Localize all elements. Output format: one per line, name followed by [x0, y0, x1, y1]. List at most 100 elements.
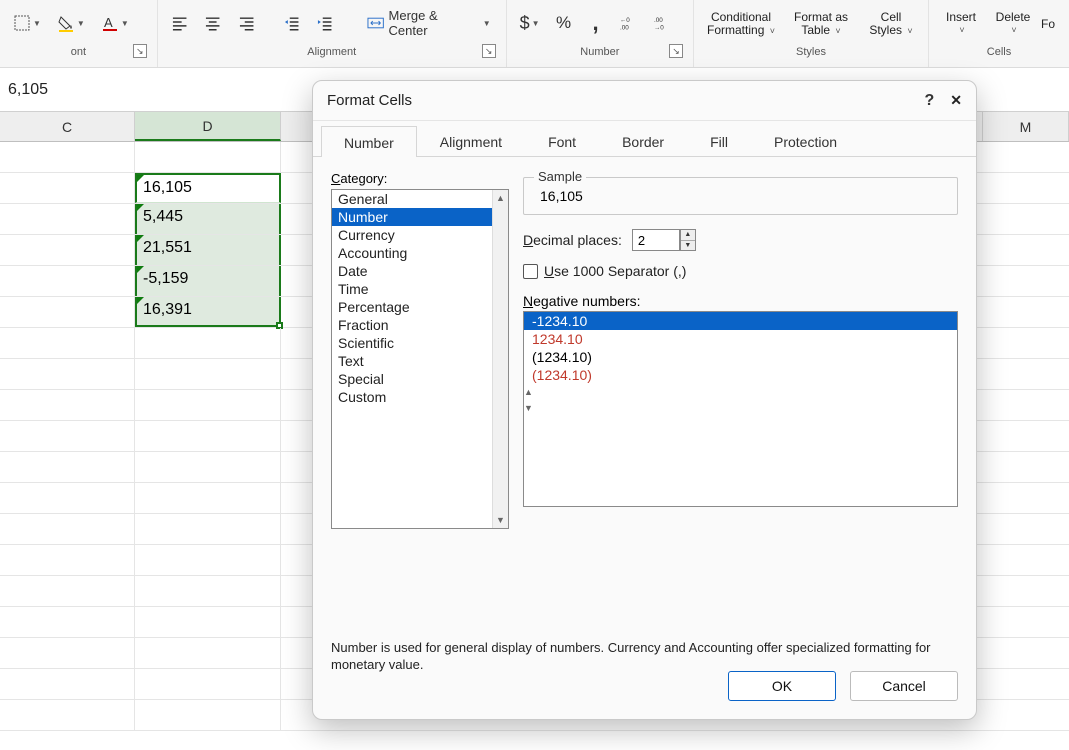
negative-option-item[interactable]: 1234.10	[524, 330, 957, 348]
category-item[interactable]: Number	[332, 208, 508, 226]
cells-group-label: Cells	[987, 46, 1011, 58]
formula-bar-value: 6,105	[8, 81, 48, 99]
category-item[interactable]: Percentage	[332, 298, 508, 316]
category-description: Number is used for general display of nu…	[331, 639, 958, 673]
svg-text:.00: .00	[620, 24, 629, 31]
cell-d-last[interactable]: 16,391	[135, 297, 281, 327]
spinner-up-icon[interactable]: ▲	[681, 230, 695, 241]
comma-format-button[interactable]: ,	[583, 10, 609, 36]
format-label-partial: Fo	[1041, 18, 1055, 31]
tab-fill[interactable]: Fill	[687, 125, 751, 156]
category-label: ategory:	[340, 171, 387, 186]
category-item[interactable]: Date	[332, 262, 508, 280]
insert-cells-button[interactable]: Insert ˅	[937, 9, 985, 37]
increase-decimal-button[interactable]: ←0.00	[615, 10, 643, 36]
fill-color-button[interactable]: ▼	[52, 10, 90, 36]
increase-indent-button[interactable]	[311, 10, 338, 36]
merge-center-label: Merge & Center	[389, 8, 477, 38]
category-listbox[interactable]: GeneralNumberCurrencyAccountingDateTimeP…	[331, 189, 509, 529]
category-item[interactable]: Time	[332, 280, 508, 298]
sample-value: 16,105	[536, 188, 945, 204]
percent-format-button[interactable]: %	[551, 10, 577, 36]
negative-numbers-label: Negative numbers:	[523, 293, 958, 309]
decimal-places-input[interactable]	[632, 229, 680, 251]
spinner-down-icon[interactable]: ▼	[681, 241, 695, 251]
decimal-spinner[interactable]: ▲ ▼	[680, 229, 696, 251]
conditional-line2: Formatting	[707, 23, 764, 37]
delete-cells-button[interactable]: Delete ˅	[987, 9, 1039, 37]
category-item[interactable]: General	[332, 190, 508, 208]
help-icon[interactable]: ?	[924, 92, 934, 110]
category-item[interactable]: Text	[332, 352, 508, 370]
delete-label: Delete	[996, 11, 1031, 24]
col-header-d[interactable]: D	[135, 112, 281, 141]
category-item[interactable]: Special	[332, 370, 508, 388]
sample-box: Sample 16,105	[523, 177, 958, 215]
font-dialog-launcher[interactable]: ↘	[133, 44, 147, 58]
tab-number[interactable]: Number	[321, 126, 417, 157]
error-indicator-icon	[137, 297, 144, 304]
negative-option-item[interactable]: (1234.10)	[524, 348, 957, 366]
decrease-decimal-button[interactable]: .00→0	[649, 10, 677, 36]
styles-group-label: Styles	[796, 46, 826, 58]
error-indicator-icon	[137, 235, 144, 242]
tab-font[interactable]: Font	[525, 125, 599, 156]
ok-button[interactable]: OK	[728, 671, 836, 701]
borders-button[interactable]: ▼	[8, 10, 46, 36]
cell-d[interactable]: 5,445	[135, 204, 281, 234]
dialog-title: Format Cells	[327, 92, 412, 109]
number-dialog-launcher[interactable]: ↘	[669, 44, 683, 58]
tab-border[interactable]: Border	[599, 125, 687, 156]
cell-styles-button[interactable]: Cell Styles ˅	[862, 9, 920, 38]
merge-center-button[interactable]: Merge & Center ▼	[360, 10, 497, 36]
category-item[interactable]: Currency	[332, 226, 508, 244]
cell-styles-line2: Styles	[869, 23, 902, 37]
decrease-indent-button[interactable]	[278, 10, 305, 36]
scroll-up-icon[interactable]: ▲	[496, 190, 505, 206]
align-left-button[interactable]	[166, 10, 193, 36]
decimal-places-label: Decimal places:	[523, 232, 622, 248]
chevron-down-icon: ▼	[532, 19, 540, 28]
category-item[interactable]: Custom	[332, 388, 508, 406]
scroll-down-icon[interactable]: ▼	[524, 400, 957, 416]
negative-option-item[interactable]: (1234.10)	[524, 366, 957, 384]
scroll-down-icon[interactable]: ▼	[496, 512, 505, 528]
align-right-button[interactable]	[233, 10, 260, 36]
cell-d[interactable]: 21,551	[135, 235, 281, 265]
negative-option-item[interactable]: -1234.10	[524, 312, 957, 330]
thousands-separator-checkbox[interactable]	[523, 264, 538, 279]
format-as-table-button[interactable]: Format as Table ˅	[782, 9, 860, 38]
align-center-button[interactable]	[199, 10, 226, 36]
negative-numbers-listbox[interactable]: -1234.101234.10(1234.10)(1234.10) ▲ ▼	[523, 311, 958, 507]
alignment-dialog-launcher[interactable]: ↘	[482, 44, 496, 58]
tab-alignment[interactable]: Alignment	[417, 125, 525, 156]
category-item[interactable]: Accounting	[332, 244, 508, 262]
category-item[interactable]: Fraction	[332, 316, 508, 334]
insert-label: Insert	[946, 11, 976, 24]
chevron-down-icon: ▼	[77, 19, 85, 28]
font-color-button[interactable]: A ▼	[96, 10, 134, 36]
cell-d-first[interactable]: 16,105	[135, 173, 281, 203]
svg-text:A: A	[104, 15, 113, 30]
scrollbar[interactable]: ▲ ▼	[524, 384, 957, 416]
cell-d[interactable]: -5,159	[135, 266, 281, 296]
cell-value: 21,551	[143, 239, 192, 256]
conditional-formatting-button[interactable]: Conditional Formatting ˅	[702, 9, 780, 38]
tab-protection[interactable]: Protection	[751, 125, 860, 156]
scrollbar[interactable]: ▲ ▼	[492, 190, 508, 528]
dialog-titlebar[interactable]: Format Cells ? ✕	[313, 81, 976, 121]
format-cells-button-partial[interactable]: Fo	[1041, 16, 1061, 31]
svg-text:.00: .00	[654, 17, 663, 24]
accounting-format-button[interactable]: $▼	[515, 10, 545, 36]
format-cells-dialog: Format Cells ? ✕ Number Alignment Font B…	[312, 80, 977, 720]
cancel-button[interactable]: Cancel	[850, 671, 958, 701]
close-icon[interactable]: ✕	[950, 92, 962, 109]
alignment-group-label: Alignment	[307, 46, 356, 58]
scroll-up-icon[interactable]: ▲	[524, 384, 957, 400]
col-header-m[interactable]: M	[983, 112, 1069, 141]
cell-value: 16,391	[143, 301, 192, 318]
chevron-down-icon: ▼	[33, 19, 41, 28]
col-header-c[interactable]: C	[0, 112, 135, 141]
svg-text:→0: →0	[654, 24, 664, 31]
category-item[interactable]: Scientific	[332, 334, 508, 352]
